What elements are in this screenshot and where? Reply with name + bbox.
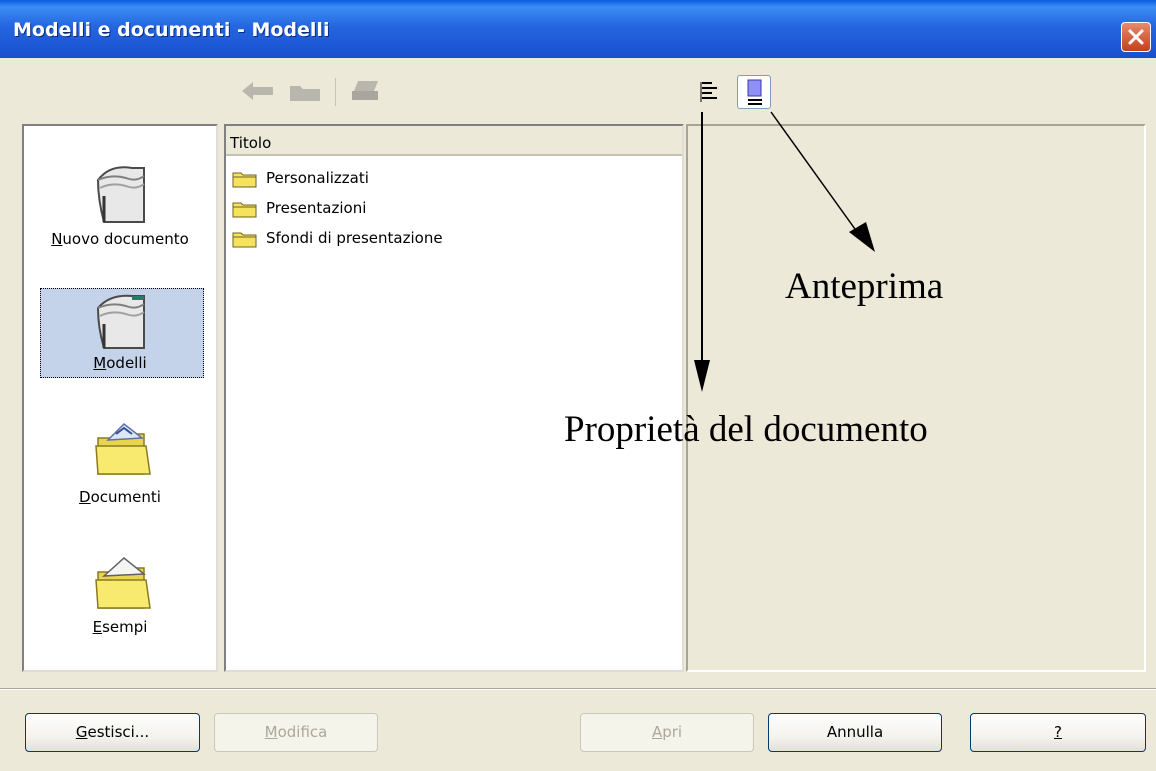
- annotation-preview: Anteprima: [785, 266, 944, 307]
- button-label: ?: [1054, 723, 1062, 741]
- button-label: estisci...: [87, 723, 150, 741]
- dialog-window: Modelli e documenti - Modelli Nuovo docu…: [0, 0, 1156, 771]
- cancel-button[interactable]: Annulla: [768, 713, 942, 752]
- bottom-separator-highlight: [0, 689, 1156, 690]
- edit-button[interactable]: Modifica: [214, 713, 378, 752]
- button-label: odifica: [277, 723, 328, 741]
- button-label: pri: [662, 723, 683, 741]
- open-button[interactable]: Apri: [580, 713, 754, 752]
- arrow-head-properties: [694, 360, 710, 392]
- button-accesskey: G: [75, 723, 88, 741]
- button-label: Annulla: [826, 723, 884, 741]
- manage-button[interactable]: Gestisci...: [25, 713, 200, 752]
- button-accesskey: A: [651, 723, 663, 741]
- help-button[interactable]: ?: [970, 713, 1146, 752]
- annotation-arrows: [694, 111, 875, 392]
- annotation-document-properties: Proprietà del documento: [564, 409, 928, 450]
- button-accesskey: M: [264, 723, 278, 741]
